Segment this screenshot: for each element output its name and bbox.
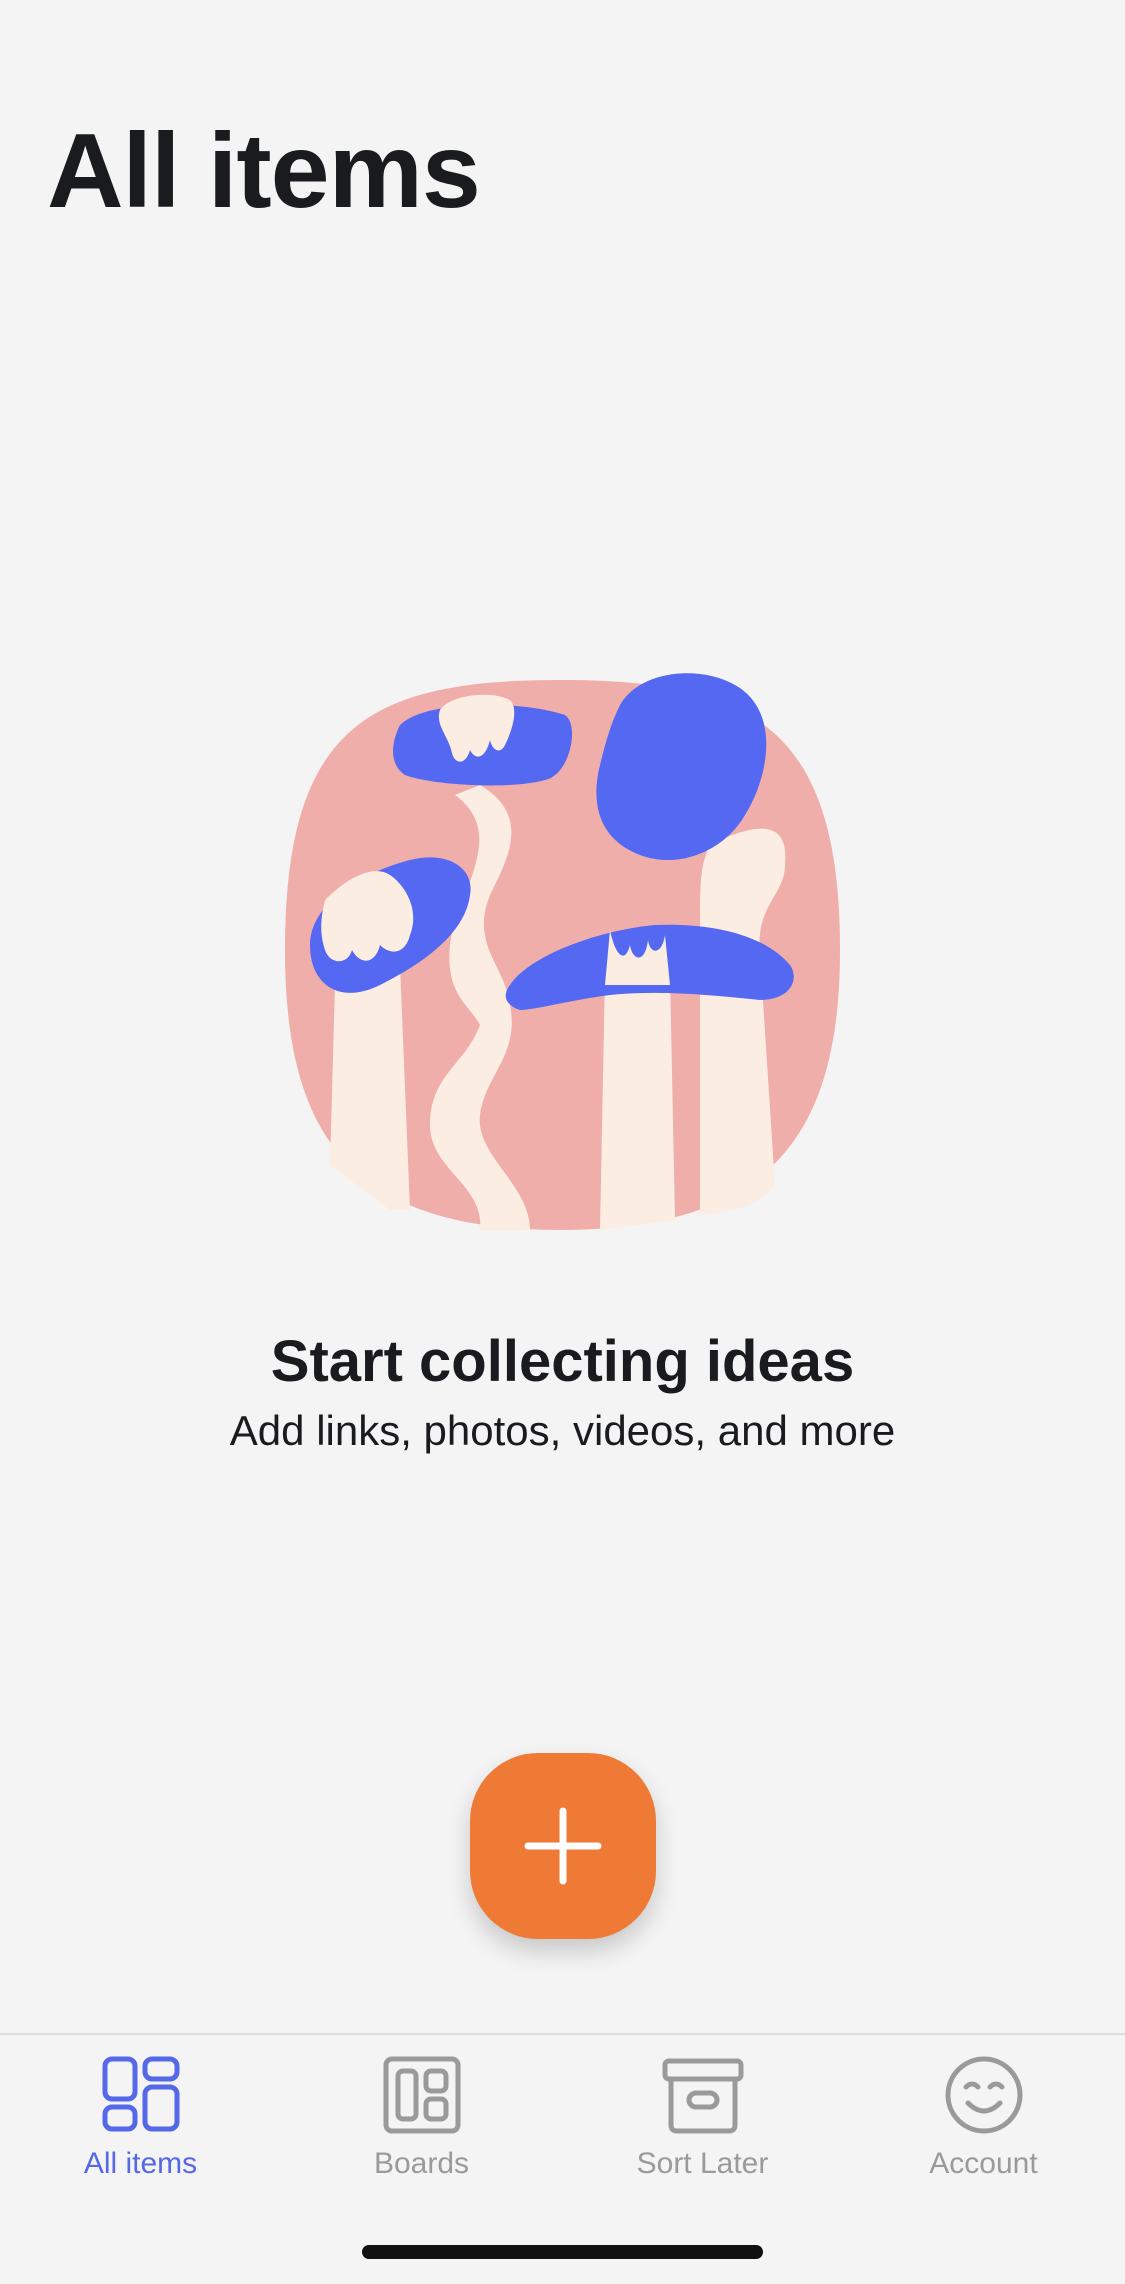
tab-label: Sort Later: [636, 2147, 769, 2180]
empty-state-subtitle: Add links, photos, videos, and more: [229, 1407, 896, 1454]
archive-box-icon: [662, 2058, 743, 2134]
add-item-button[interactable]: [470, 1753, 656, 1939]
tab-sort-later[interactable]: Sort Later: [562, 2053, 843, 2213]
tab-label: All items: [83, 2147, 198, 2180]
smiley-icon: [945, 2056, 1022, 2134]
grid-icon: [102, 2056, 179, 2132]
tab-label: Boards: [373, 2147, 470, 2180]
home-indicator[interactable]: [362, 2245, 763, 2259]
boards-icon: [383, 2056, 460, 2134]
page-title: All items: [47, 112, 481, 230]
plus-icon: [524, 1807, 602, 1885]
tab-label: Account: [929, 2147, 1038, 2180]
tab-account[interactable]: Account: [843, 2053, 1124, 2213]
tab-all-items[interactable]: All items: [0, 2053, 281, 2213]
hands-holding-bread-illustration: [285, 673, 840, 1230]
empty-state-title: Start collecting ideas: [270, 1329, 855, 1394]
tab-boards[interactable]: Boards: [281, 2053, 562, 2213]
